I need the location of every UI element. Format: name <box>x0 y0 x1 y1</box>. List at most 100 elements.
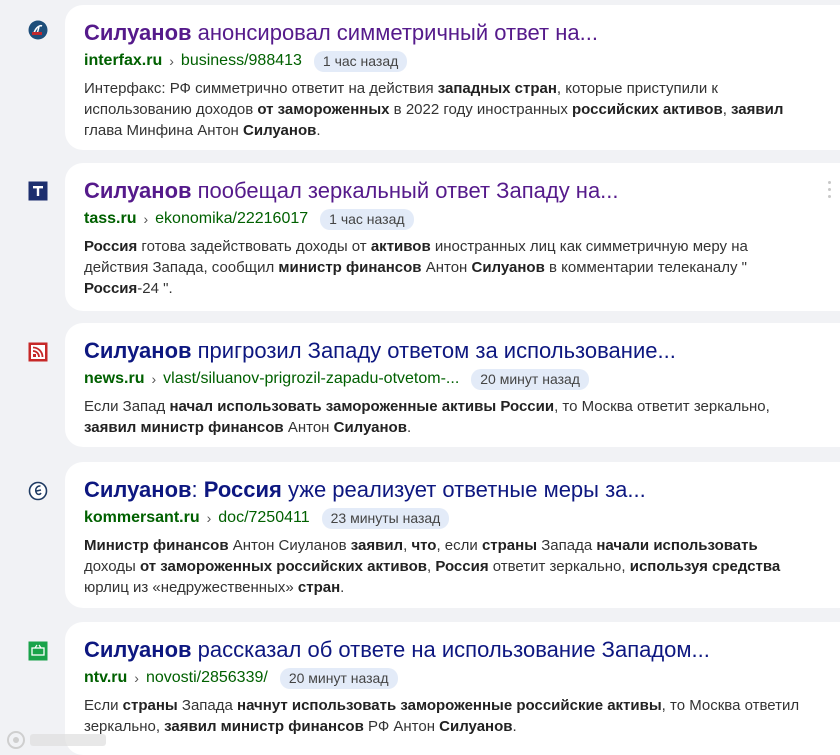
highlighted-text: Силуанов <box>333 419 407 436</box>
text-segment: , то Москва ответит зеркально, <box>554 398 770 415</box>
highlighted-text: Силуанов <box>84 338 192 363</box>
highlighted-text: Силуанов <box>243 122 317 139</box>
text-segment: пообещал зеркальный ответ Западу на... <box>191 178 619 203</box>
text-segment: юрлиц из «недружественных» <box>84 579 298 596</box>
kommersant-icon[interactable] <box>28 481 48 501</box>
result-path-link[interactable]: novosti/2856339/ <box>146 669 268 687</box>
text-segment: ответит зеркально, <box>488 558 630 575</box>
highlighted-text: Россия <box>84 280 138 297</box>
highlighted-text: от замороженных <box>257 101 390 118</box>
highlighted-text: активов <box>370 238 431 255</box>
text-segment: пригрозил Западу ответом за использовани… <box>191 338 676 363</box>
highlighted-text: заявил министр финансов <box>84 419 284 436</box>
result-domain-link[interactable]: news.ru <box>84 370 144 388</box>
text-segment: готова задействовать доходы от <box>137 238 371 255</box>
text-segment: в 2022 году иностранных <box>389 101 573 118</box>
text-segment: . <box>406 419 412 436</box>
highlighted-text: страны <box>481 537 538 554</box>
text-segment: Если Запад <box>84 398 170 415</box>
result-card: Силуанов пригрозил Западу ответом за исп… <box>65 323 840 447</box>
highlighted-text: что <box>411 537 437 554</box>
time-badge: 1 час назад <box>313 50 408 72</box>
result-title-link[interactable]: Силуанов пригрозил Западу ответом за исп… <box>84 337 820 365</box>
result-snippet: Если страны Запада начнут использовать з… <box>84 695 820 737</box>
result-url: interfax.ru › business/988413 1 час наза… <box>84 49 820 73</box>
ntv-icon[interactable] <box>28 641 48 661</box>
breadcrumb-separator: › <box>134 670 139 686</box>
highlighted-text: страны <box>122 697 178 714</box>
highlighted-text: Силуанов <box>84 637 192 662</box>
highlighted-text: начали использовать <box>596 537 758 554</box>
text-segment: доходы <box>84 558 140 575</box>
news-rss-icon[interactable] <box>28 342 48 362</box>
text-segment: Интерфакс: РФ симметрично ответит на дей… <box>84 80 438 97</box>
result-title-link[interactable]: Силуанов пообещал зеркальный ответ Запад… <box>84 177 820 205</box>
time-badge: 23 минуты назад <box>321 507 450 529</box>
text-segment: РФ Антон <box>363 718 440 735</box>
result-domain-link[interactable]: kommersant.ru <box>84 509 200 527</box>
text-segment: рассказал об ответе на использование Зап… <box>191 637 710 662</box>
result-card: Силуанов анонсировал симметричный ответ … <box>65 5 840 150</box>
highlighted-text: Россия <box>84 238 138 255</box>
text-segment: Запада <box>537 537 597 554</box>
result-title-link[interactable]: Силуанов рассказал об ответе на использо… <box>84 636 820 664</box>
result-snippet: Интерфакс: РФ симметрично ответит на дей… <box>84 78 820 141</box>
highlighted-text: от замороженных российских активов <box>139 558 427 575</box>
result-card: Силуанов рассказал об ответе на использо… <box>65 622 840 755</box>
result-url: tass.ru › ekonomika/22216017 1 час назад <box>84 207 820 231</box>
text-segment: Антон <box>283 419 334 436</box>
result-url: kommersant.ru › doc/7250411 23 минуты на… <box>84 506 820 530</box>
result-domain-link[interactable]: interfax.ru <box>84 52 162 70</box>
breadcrumb-separator: › <box>206 510 212 526</box>
text-segment: . <box>316 122 321 139</box>
time-badge: 20 минут назад <box>279 667 398 689</box>
highlighted-text: Силуанов <box>84 178 192 203</box>
result-domain-link[interactable]: tass.ru <box>84 210 136 228</box>
highlighted-text: заявил министр финансов <box>164 718 364 735</box>
result-title-link[interactable]: Силуанов анонсировал симметричный ответ … <box>84 19 820 47</box>
result-snippet: Россия готова задействовать доходы от ак… <box>84 236 820 299</box>
result-title-link[interactable]: Силуанов: Россия уже реализует ответные … <box>84 476 820 504</box>
text-segment: уже реализует ответные меры за... <box>281 477 646 502</box>
highlighted-text: Силуанов <box>84 20 192 45</box>
tass-icon[interactable] <box>28 181 48 201</box>
text-segment: . <box>512 718 517 735</box>
highlighted-text: Силуанов <box>471 259 545 276</box>
text-segment: : <box>191 477 204 502</box>
time-badge: 20 минут назад <box>471 368 589 390</box>
time-badge: 1 час назад <box>320 208 414 230</box>
result-path-link[interactable]: doc/7250411 <box>218 509 309 527</box>
highlighted-text: используя средства <box>629 558 781 575</box>
text-segment: . <box>340 579 345 596</box>
highlighted-text: российских активов <box>572 101 723 118</box>
breadcrumb-separator: › <box>151 371 157 387</box>
text-segment: Запада <box>177 697 238 714</box>
highlighted-text: Россия <box>435 558 489 575</box>
text-segment: Если <box>84 697 123 714</box>
result-card: Силуанов пообещал зеркальный ответ Запад… <box>65 163 840 311</box>
result-path-link[interactable]: business/988413 <box>181 52 302 70</box>
result-url: news.ru › vlast/siluanov-prigrozil-zapad… <box>84 367 820 391</box>
result-card: Силуанов: Россия уже реализует ответные … <box>65 462 840 608</box>
result-domain-link[interactable]: ntv.ru <box>84 669 127 687</box>
text-segment: , <box>722 101 732 118</box>
highlighted-text: стран <box>297 579 341 596</box>
highlighted-text: заявил <box>350 537 404 554</box>
result-path-link[interactable]: ekonomika/22216017 <box>155 210 308 228</box>
result-path-link[interactable]: vlast/siluanov-prigrozil-zapadu-otvetom-… <box>163 370 459 388</box>
highlighted-text: Министр финансов <box>84 537 229 554</box>
breadcrumb-separator: › <box>169 53 174 69</box>
text-segment: анонсировал симметричный ответ на... <box>191 20 598 45</box>
highlighted-text: заявил <box>731 101 784 118</box>
highlighted-text: Силуанов <box>84 477 192 502</box>
highlighted-text: Силуанов <box>439 718 513 735</box>
text-segment: Антон <box>421 259 472 276</box>
text-segment: , если <box>436 537 482 554</box>
highlighted-text: начал использовать замороженные активы Р… <box>169 398 555 415</box>
interfax-icon[interactable] <box>28 20 48 40</box>
highlighted-text: министр финансов <box>278 259 422 276</box>
more-options-icon[interactable] <box>828 181 834 198</box>
watermark-logo <box>6 730 110 755</box>
highlighted-text: Россия <box>203 477 282 502</box>
text-segment: глава Минфина Антон <box>84 122 244 139</box>
